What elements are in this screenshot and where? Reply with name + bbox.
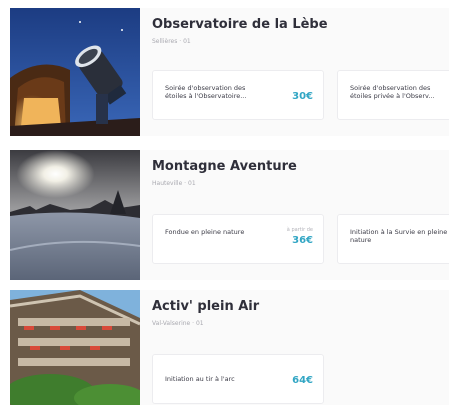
listing-title[interactable]: Activ' plein Air	[152, 299, 259, 314]
listing-info: Observatoire de la Lèbe Sellières · 01 S…	[140, 8, 449, 136]
offer-title: Initiation au tir à l'arc	[165, 375, 235, 383]
listing-location: Hauteville · 01	[152, 180, 196, 187]
price-prefix: à partir de	[286, 227, 313, 233]
offer-price: 30€	[292, 91, 313, 102]
offer-title: Fondue en pleine nature	[165, 228, 245, 236]
offer-title: Initiation à la Survie en pleine nature	[350, 228, 448, 244]
listing-title[interactable]: Observatoire de la Lèbe	[152, 17, 328, 32]
observatory-telescope-photo[interactable]	[10, 8, 140, 136]
listing-card[interactable]: Montagne Aventure Hauteville · 01 Fondue…	[0, 150, 449, 280]
offer-title: Soirée d'observation des étoiles privée …	[350, 84, 435, 100]
offer-title: Soirée d'observation des étoiles à l'Obs…	[165, 84, 247, 100]
snowy-sunset-photo[interactable]	[10, 150, 140, 280]
listing-info: Activ' plein Air Val-Valserine · 01 Init…	[140, 290, 449, 405]
offer-card[interactable]: Soirée d'observation des étoiles privée …	[337, 70, 449, 120]
offer-card[interactable]: Fondue en pleine nature à partir de 36€	[152, 214, 324, 264]
offer-price: 64€	[292, 375, 313, 386]
offer-card[interactable]: Initiation à la Survie en pleine nature	[337, 214, 449, 264]
offer-price: 36€	[292, 235, 313, 246]
listing-card[interactable]: Activ' plein Air Val-Valserine · 01 Init…	[0, 290, 449, 405]
activity-list: Observatoire de la Lèbe Sellières · 01 S…	[0, 0, 449, 405]
offer-card[interactable]: Initiation au tir à l'arc 64€	[152, 354, 324, 404]
listing-card[interactable]: Observatoire de la Lèbe Sellières · 01 S…	[0, 8, 449, 136]
chalet-building-photo[interactable]	[10, 290, 140, 405]
listing-title[interactable]: Montagne Aventure	[152, 159, 297, 174]
listing-location: Sellières · 01	[152, 38, 191, 45]
listing-location: Val-Valserine · 01	[152, 320, 204, 327]
listing-info: Montagne Aventure Hauteville · 01 Fondue…	[140, 150, 449, 280]
offer-card[interactable]: Soirée d'observation des étoiles à l'Obs…	[152, 70, 324, 120]
